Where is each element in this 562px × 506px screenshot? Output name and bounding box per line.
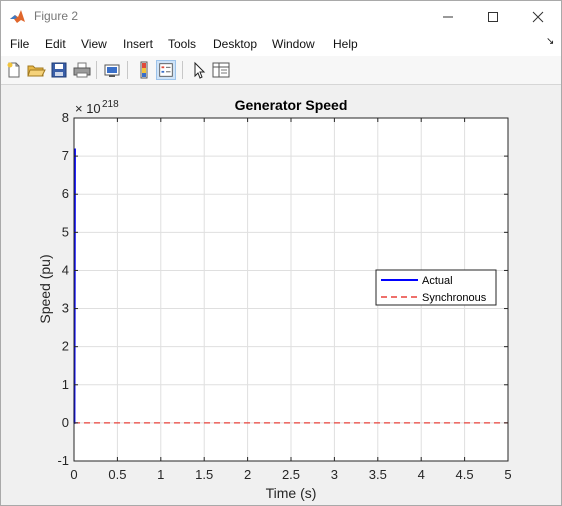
- menu-view[interactable]: View: [81, 37, 107, 51]
- y-tick-labels: -1 0 1 2 3 4 5 6 7 8: [57, 110, 69, 468]
- y-tick-label: 5: [62, 224, 69, 239]
- close-button[interactable]: [515, 1, 561, 32]
- exponent-power: 218: [102, 99, 119, 110]
- x-tick-label: 0: [70, 467, 77, 482]
- y-tick-label: 8: [62, 110, 69, 125]
- close-icon: [532, 11, 544, 23]
- plot-area: 0 0.5 1 1.5 2 2.5 3 3.5 4 4.5 5 -1012345678 Genera…: [37, 97, 512, 501]
- menu-bar: File Edit View Insert Tools Desktop Wind…: [1, 32, 561, 56]
- property-inspector-icon[interactable]: [211, 60, 231, 80]
- toolbar-separator: [127, 61, 128, 79]
- x-tick-label: 0.5: [108, 467, 126, 482]
- maximize-button[interactable]: [470, 1, 516, 32]
- y-tick-label: 4: [62, 262, 69, 277]
- figure-canvas: 0 0.5 1 1.5 2 2.5 3 3.5 4 4.5 5 -1 0 1 2 3 4 5 6 7 8 Genera…: [1, 85, 561, 505]
- y-tick-label: 0: [62, 415, 69, 430]
- print-icon[interactable]: [72, 60, 92, 80]
- legend-label-synchronous: Synchronous: [422, 292, 487, 304]
- x-axis-label: Time (s): [266, 485, 317, 501]
- minimize-icon: [443, 16, 453, 18]
- exponent-base: × 10: [75, 101, 101, 116]
- title-bar: Figure 2: [1, 1, 561, 32]
- insert-colorbar-icon[interactable]: [134, 60, 154, 80]
- menu-file[interactable]: File: [10, 37, 29, 51]
- x-tick-label: 1: [157, 467, 164, 482]
- x-tick-labels: 0 0.5 1 1.5 2 2.5 3 3.5 4 4.5 5: [70, 467, 511, 482]
- menu-window[interactable]: Window: [272, 37, 315, 51]
- x-tick-label: 2: [244, 467, 251, 482]
- insert-legend-icon[interactable]: [156, 60, 176, 80]
- save-icon[interactable]: [49, 60, 69, 80]
- chart-title: Generator Speed: [235, 97, 348, 113]
- x-tick-label: 4: [418, 467, 425, 482]
- open-file-icon[interactable]: [26, 60, 46, 80]
- exponent-label: × 10 218: [75, 99, 119, 116]
- figure-window: Figure 2 File Edit View Insert Tools Des…: [0, 0, 562, 506]
- minimize-button[interactable]: [425, 1, 471, 32]
- figure-toolbar: [1, 56, 561, 85]
- menu-help[interactable]: Help: [333, 37, 358, 51]
- y-tick-label: 6: [62, 186, 69, 201]
- menu-edit[interactable]: Edit: [45, 37, 66, 51]
- x-tick-label: 5: [504, 467, 511, 482]
- legend[interactable]: Actual Synchronous: [375, 269, 497, 306]
- menu-insert[interactable]: Insert: [123, 37, 153, 51]
- menu-tools[interactable]: Tools: [168, 37, 196, 51]
- maximize-icon: [488, 12, 498, 22]
- y-axis-label: Speed (pu): [37, 254, 53, 323]
- y-tick-label: 7: [62, 148, 69, 163]
- x-tick-label: 3.5: [369, 467, 387, 482]
- dock-arrow-icon[interactable]: ↘: [546, 36, 554, 47]
- x-tick-label: 4.5: [456, 467, 474, 482]
- legend-label-actual: Actual: [422, 275, 453, 287]
- x-tick-label: 2.5: [282, 467, 300, 482]
- link-plot-icon[interactable]: [102, 60, 122, 80]
- new-figure-icon[interactable]: [4, 60, 24, 80]
- edit-plot-arrow-icon[interactable]: [189, 60, 209, 80]
- y-tick-label: 3: [62, 301, 69, 316]
- y-tick-label: -1: [57, 453, 69, 468]
- toolbar-separator: [96, 61, 97, 79]
- toolbar-separator: [182, 61, 183, 79]
- y-tick-label: 2: [62, 339, 69, 354]
- x-tick-label: 3: [331, 467, 338, 482]
- x-tick-label: 1.5: [195, 467, 213, 482]
- menu-desktop[interactable]: Desktop: [213, 37, 257, 51]
- matlab-icon: [10, 10, 25, 23]
- window-title: Figure 2: [34, 9, 79, 23]
- y-tick-label: 1: [62, 377, 69, 392]
